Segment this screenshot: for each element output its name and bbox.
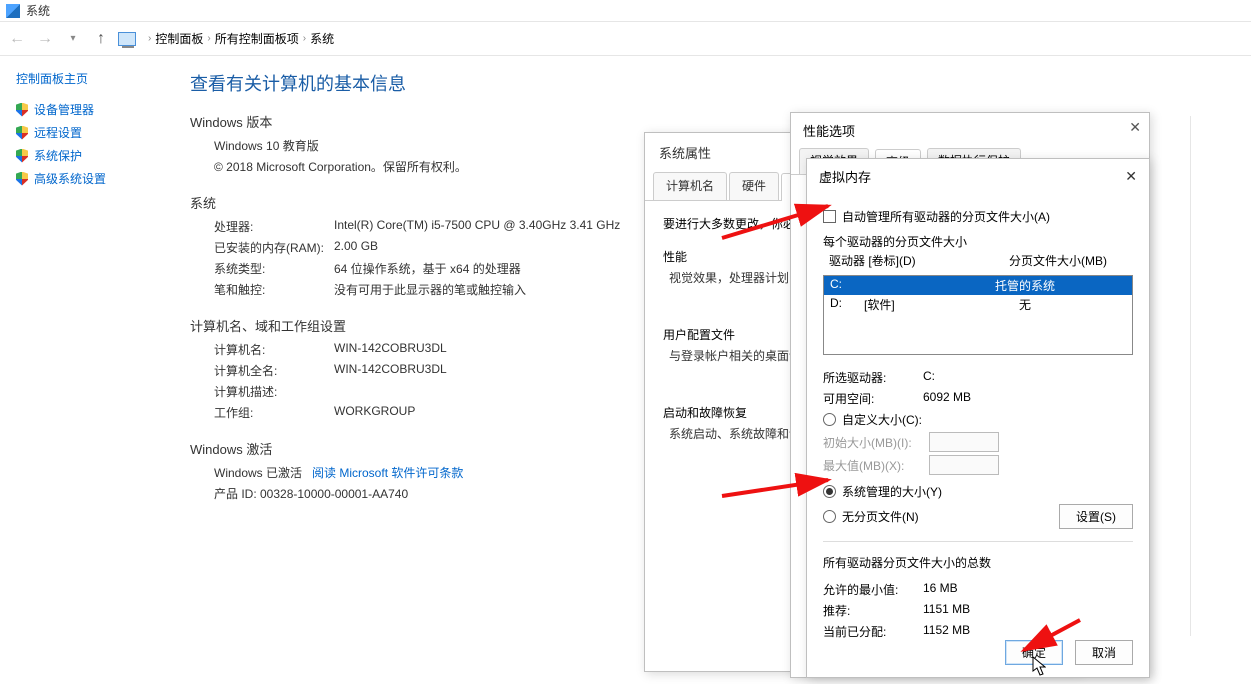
close-icon[interactable]: ✕ [1125, 168, 1137, 185]
label-min: 允许的最小值: [823, 581, 923, 598]
license-terms-link[interactable]: 阅读 Microsoft 软件许可条款 [312, 464, 463, 481]
value-selected-drive: C: [923, 369, 935, 386]
shield-icon [16, 149, 28, 163]
sidebar-link-label: 远程设置 [34, 124, 82, 141]
dialog-title: 虚拟内存 [819, 167, 871, 186]
system-icon [6, 4, 20, 18]
activation-state: Windows 已激活 [214, 464, 302, 481]
label-selected-drive: 所选驱动器: [823, 369, 923, 386]
label-pcname: 计算机名: [214, 341, 334, 358]
drive-label [858, 276, 918, 295]
radio-custom-label: 自定义大小(C): [842, 411, 922, 428]
list-item[interactable]: D: [软件] 无 [824, 295, 1132, 314]
sidebar-link-advanced[interactable]: 高级系统设置 [16, 170, 164, 187]
sidebar-link-label: 设备管理器 [34, 101, 94, 118]
per-drive-label: 每个驱动器的分页文件大小 [823, 233, 1133, 250]
drive-label: [软件] [858, 295, 918, 314]
sidebar: 控制面板主页 设备管理器 远程设置 系统保护 高级系统设置 [0, 56, 180, 684]
sidebar-link-label: 高级系统设置 [34, 170, 106, 187]
tab-computer-name[interactable]: 计算机名 [653, 172, 727, 200]
up-icon[interactable]: ↑ [90, 28, 112, 50]
cursor-icon [1032, 656, 1046, 676]
radio-no-paging[interactable] [823, 510, 836, 523]
radio-nopage-label: 无分页文件(N) [842, 508, 919, 525]
value-cur: 1152 MB [923, 623, 970, 640]
label-workgroup: 工作组: [214, 404, 334, 421]
page-heading: 查看有关计算机的基本信息 [190, 70, 1231, 96]
label-cur: 当前已分配: [823, 623, 923, 640]
col-size: 分页文件大小(MB) [983, 250, 1133, 271]
sidebar-link-remote[interactable]: 远程设置 [16, 124, 164, 141]
value-min: 16 MB [923, 581, 958, 598]
recent-dropdown-icon[interactable]: ▾ [62, 28, 84, 50]
breadcrumb-leaf[interactable]: 系统 [310, 30, 334, 47]
label-cpu: 处理器: [214, 218, 334, 235]
drive-letter: C: [824, 276, 858, 295]
radio-system-label: 系统管理的大小(Y) [842, 483, 942, 500]
chevron-right-icon: › [303, 33, 306, 44]
tab-hardware[interactable]: 硬件 [729, 172, 779, 200]
drive-letter: D: [824, 295, 858, 314]
list-item[interactable]: C: 托管的系统 [824, 276, 1132, 295]
navigation-bar: ← → ▾ ↑ › 控制面板 › 所有控制面板项 › 系统 [0, 22, 1251, 56]
breadcrumb[interactable]: › 控制面板 › 所有控制面板项 › 系统 [148, 30, 334, 47]
value-available: 6092 MB [923, 390, 971, 407]
sidebar-link-label: 系统保护 [34, 147, 82, 164]
cancel-button[interactable]: 取消 [1075, 640, 1133, 665]
label-systype: 系统类型: [214, 260, 334, 277]
sidebar-link-protection[interactable]: 系统保护 [16, 147, 164, 164]
radio-custom-size[interactable] [823, 413, 836, 426]
radio-system-managed[interactable] [823, 485, 836, 498]
label-max-size: 最大值(MB)(X): [823, 457, 919, 474]
vertical-divider [1190, 116, 1191, 636]
totals-title: 所有驱动器分页文件大小的总数 [823, 554, 1133, 571]
label-desc: 计算机描述: [214, 383, 334, 400]
label-rec: 推荐: [823, 602, 923, 619]
control-panel-home-link[interactable]: 控制面板主页 [16, 70, 164, 87]
chevron-right-icon: › [148, 33, 151, 44]
shield-icon [16, 172, 28, 186]
value-rec: 1151 MB [923, 602, 970, 619]
sidebar-link-device-manager[interactable]: 设备管理器 [16, 101, 164, 118]
window-title-bar: 系统 [0, 0, 1251, 22]
label-pen: 笔和触控: [214, 281, 334, 298]
window-title: 系统 [26, 2, 50, 19]
drive-list[interactable]: C: 托管的系统 D: [软件] 无 [823, 275, 1133, 355]
auto-manage-checkbox[interactable] [823, 210, 836, 223]
max-size-input[interactable] [929, 455, 999, 475]
back-icon[interactable]: ← [6, 28, 28, 50]
auto-manage-label: 自动管理所有驱动器的分页文件大小(A) [842, 208, 1050, 225]
col-drive: 驱动器 [卷标](D) [823, 250, 983, 271]
initial-size-input[interactable] [929, 432, 999, 452]
breadcrumb-mid[interactable]: 所有控制面板项 [215, 30, 299, 47]
dialog-title: 性能选项 [791, 113, 1149, 148]
forward-icon[interactable]: → [34, 28, 56, 50]
breadcrumb-root[interactable]: 控制面板 [155, 30, 203, 47]
label-available: 可用空间: [823, 390, 923, 407]
set-button[interactable]: 设置(S) [1059, 504, 1133, 529]
divider [823, 541, 1133, 542]
chevron-right-icon: › [207, 33, 210, 44]
drive-size: 无 [918, 295, 1132, 314]
computer-icon [118, 32, 136, 46]
dialog-virtual-memory: 虚拟内存 ✕ 自动管理所有驱动器的分页文件大小(A) 每个驱动器的分页文件大小 … [806, 158, 1150, 678]
close-icon[interactable]: ✕ [1129, 119, 1141, 136]
label-fullname: 计算机全名: [214, 362, 334, 379]
label-ram: 已安装的内存(RAM): [214, 239, 334, 256]
label-initial-size: 初始大小(MB)(I): [823, 434, 919, 451]
shield-icon [16, 103, 28, 117]
product-id: 产品 ID: 00328-10000-00001-AA740 [214, 485, 408, 502]
drive-size: 托管的系统 [918, 276, 1132, 295]
shield-icon [16, 126, 28, 140]
